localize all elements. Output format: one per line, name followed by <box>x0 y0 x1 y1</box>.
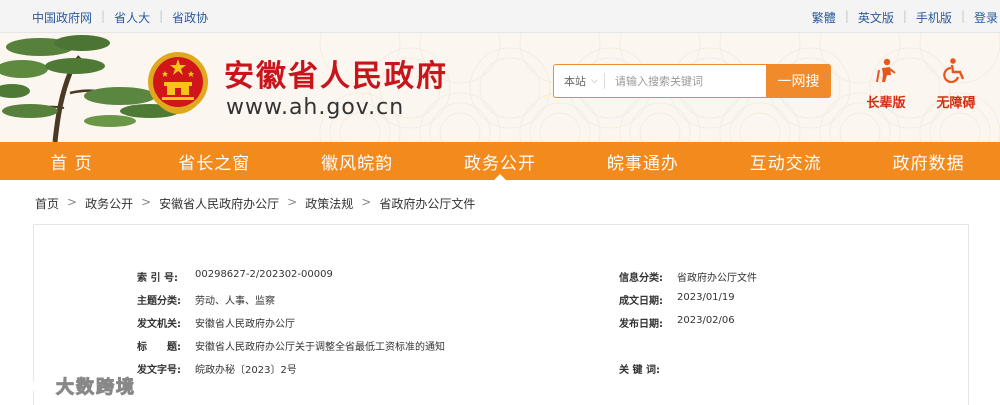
meta-info-category-label: 信息分类: <box>619 273 663 284</box>
wheelchair-icon <box>943 58 965 84</box>
link-traditional-chinese[interactable]: 繁體 <box>812 9 836 26</box>
site-url: www.ah.gov.cn <box>226 95 405 120</box>
search-button[interactable]: 一网搜 <box>766 64 831 98</box>
top-right-links: 繁體 | 英文版 | 手机版 | 登录 <box>812 9 998 26</box>
accessibility-label: 无障碍 <box>936 96 976 111</box>
meta-issuer: 发文机关: 安徽省人民政府办公厅 <box>137 315 295 330</box>
meta-topic: 主题分类: 劳动、人事、监察 <box>137 292 275 307</box>
meta-keywords: 关 键 词: <box>619 361 677 376</box>
meta-issuer-value: 安徽省人民政府办公厅 <box>195 319 295 330</box>
breadcrumb-item-home[interactable]: 首页 <box>35 195 59 212</box>
meta-topic-label: 主题分类: <box>137 296 181 307</box>
breadcrumb-separator: > <box>361 195 372 209</box>
chevron-down-icon: ⌵ <box>591 76 598 86</box>
breadcrumb-separator: > <box>287 195 298 209</box>
breadcrumb-separator: > <box>67 195 78 209</box>
meta-index-label: 索 引 号: <box>137 273 178 284</box>
watermark-text: 大数跨境 <box>56 377 136 399</box>
search-input[interactable] <box>605 66 766 96</box>
meta-docno-label: 发文字号: <box>137 365 181 376</box>
meta-title-label: 标 题: <box>137 342 181 353</box>
nav-item-government-affairs[interactable]: 政务公开 <box>429 142 572 180</box>
nav-item-interaction[interactable]: 互动交流 <box>714 142 857 180</box>
nav-item-government-data[interactable]: 政府数据 <box>857 142 1000 180</box>
watermark-logo-icon <box>10 376 50 395</box>
link-mobile-version[interactable]: 手机版 <box>916 9 952 26</box>
nav-item-governor-window[interactable]: 省长之窗 <box>143 142 286 180</box>
meta-index-value: 00298627-2/202302-00009 <box>195 269 333 280</box>
meta-keywords-label: 关 键 词: <box>619 365 660 376</box>
elder-icon <box>876 58 896 83</box>
separator: | <box>902 9 907 23</box>
link-login[interactable]: 登录 <box>974 9 998 26</box>
meta-published-date: 发布日期: 2023/02/06 <box>619 315 735 330</box>
meta-info-category-value: 省政府办公厅文件 <box>677 273 757 284</box>
meta-index: 索 引 号: 00298627-2/202302-00009 <box>137 269 333 284</box>
search-box: 本站 ⌵ 一网搜 <box>553 64 831 98</box>
meta-created-date-label: 成文日期: <box>619 296 663 307</box>
meta-info-category: 信息分类: 省政府办公厅文件 <box>619 269 757 284</box>
elder-mode-label: 长辈版 <box>866 96 906 111</box>
meta-title-value: 安徽省人民政府办公厅关于调整全省最低工资标准的通知 <box>195 342 445 353</box>
nav-item-services[interactable]: 皖事通办 <box>571 142 714 180</box>
link-provincial-cppcc[interactable]: 省政协 <box>172 9 208 26</box>
top-left-links: 中国政府网 | 省人大 | 省政协 <box>32 9 208 26</box>
meta-docno-value: 皖政办秘〔2023〕2号 <box>195 365 297 376</box>
breadcrumb: 首页 > 政务公开 > 安徽省人民政府办公厅 > 政策法规 > 省政府办公厅文件 <box>35 195 475 212</box>
meta-topic-value: 劳动、人事、监察 <box>195 296 275 307</box>
main-nav: 首 页 省长之窗 徽风皖韵 政务公开 皖事通办 互动交流 政府数据 <box>0 142 1000 180</box>
breadcrumb-item-office-docs[interactable]: 省政府办公厅文件 <box>379 195 475 212</box>
meta-docno: 发文字号: 皖政办秘〔2023〕2号 <box>137 361 297 376</box>
search-scope-label: 本站 <box>564 75 586 88</box>
separator: | <box>159 9 164 23</box>
link-provincial-congress[interactable]: 省人大 <box>114 9 150 26</box>
meta-created-date: 成文日期: 2023/01/19 <box>619 292 735 307</box>
meta-published-date-label: 发布日期: <box>619 319 663 330</box>
meta-issuer-label: 发文机关: <box>137 319 181 330</box>
accessibility-button[interactable]: 无障碍 <box>926 57 986 111</box>
document-panel: 索 引 号: 00298627-2/202302-00009 主题分类: 劳动、… <box>33 224 969 405</box>
national-emblem-icon <box>148 52 208 115</box>
search-scope-select[interactable]: 本站 ⌵ <box>554 73 604 89</box>
nav-item-home[interactable]: 首 页 <box>0 142 143 180</box>
site-header: 安徽省人民政府 www.ah.gov.cn 本站 ⌵ 一网搜 长辈版 无障碍 <box>0 33 1000 142</box>
elder-mode-button[interactable]: 长辈版 <box>856 57 916 111</box>
nav-item-huizhou-culture[interactable]: 徽风皖韵 <box>286 142 429 180</box>
separator: | <box>844 9 849 23</box>
top-utility-bar: 中国政府网 | 省人大 | 省政协 繁體 | 英文版 | 手机版 | 登录 <box>0 0 1000 33</box>
breadcrumb-item-gov-affairs[interactable]: 政务公开 <box>85 195 133 212</box>
separator: | <box>101 9 106 23</box>
link-china-gov[interactable]: 中国政府网 <box>32 9 92 26</box>
meta-published-date-value: 2023/02/06 <box>677 315 735 326</box>
meta-title: 标 题: 安徽省人民政府办公厅关于调整全省最低工资标准的通知 <box>137 338 445 353</box>
document-meta: 索 引 号: 00298627-2/202302-00009 主题分类: 劳动、… <box>34 225 968 405</box>
meta-created-date-value: 2023/01/19 <box>677 292 735 303</box>
breadcrumb-item-general-office[interactable]: 安徽省人民政府办公厅 <box>159 195 279 212</box>
site-title[interactable]: 安徽省人民政府 <box>224 51 448 95</box>
separator: | <box>960 9 965 23</box>
breadcrumb-separator: > <box>141 195 152 209</box>
link-english-version[interactable]: 英文版 <box>858 9 894 26</box>
watermark: 大数跨境 <box>8 373 136 399</box>
breadcrumb-item-policy[interactable]: 政策法规 <box>305 195 353 212</box>
